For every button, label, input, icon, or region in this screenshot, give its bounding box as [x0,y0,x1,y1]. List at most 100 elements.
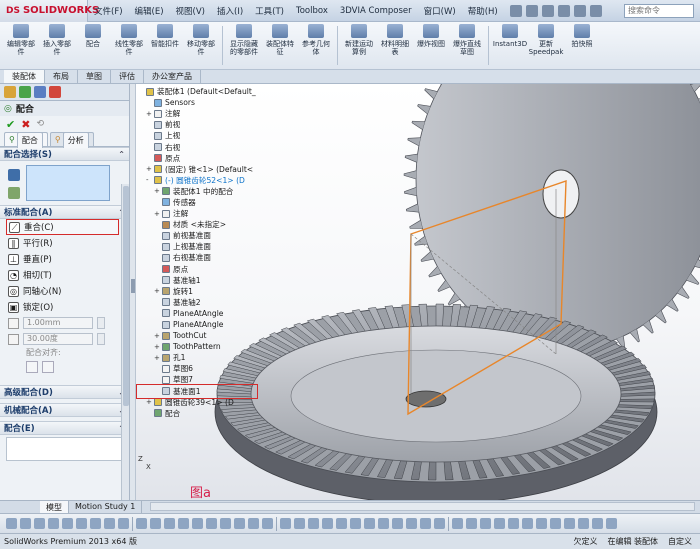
toolbar-tool-icon[interactable] [34,518,45,529]
tree-node[interactable]: 上视基准面 [138,241,268,252]
ribbon-button-6[interactable]: 显示隐藏的零部件 [227,24,261,68]
search-input[interactable]: 搜索命令 [624,3,694,18]
toolbar-tool-icon[interactable] [248,518,259,529]
toolbar-tool-icon[interactable] [90,518,101,529]
menu-insert[interactable]: 插入(I) [211,5,249,17]
horizontal-scrollbar[interactable] [150,502,695,511]
pin-icon[interactable]: ⟲ [36,119,44,129]
aligned-icon[interactable] [26,361,38,373]
ribbon-button-15[interactable]: 拍快照 [565,24,599,68]
concentric-mate-button[interactable]: ◎ 同轴心(N) [0,283,129,299]
tree-node[interactable]: 右视 [138,141,268,152]
menu-edit[interactable]: 编辑(E) [129,5,170,17]
angle-input[interactable]: 30.00度 [23,333,93,345]
appearance-tab-icon[interactable] [49,86,61,98]
tree-node[interactable]: + 旋转1 [138,286,268,297]
tree-node[interactable]: 原点 [138,153,268,164]
mates-group-header[interactable]: 配合(E) ⌃ [0,421,129,435]
tree-node[interactable]: PlaneAtAngle [138,319,268,330]
tree-node[interactable]: - (-) 圆锥齿轮52<1> (D [138,175,268,186]
tab-model[interactable]: 模型 [40,501,69,513]
toolbar-tool-icon[interactable] [62,518,73,529]
toolbar-tool-icon[interactable] [606,518,617,529]
tangent-mate-button[interactable]: ◔ 相切(T) [0,267,129,283]
tab-assembly[interactable]: 装配体 [4,70,45,83]
toolbar-tool-icon[interactable] [494,518,505,529]
tree-node[interactable]: 基准面1 [136,383,258,399]
toolbar-tool-icon[interactable] [564,518,575,529]
open-icon[interactable] [525,4,538,17]
toolbar-tool-icon[interactable] [466,518,477,529]
tab-motion-study[interactable]: Motion Study 1 [69,501,143,513]
menu-toolbox[interactable]: Toolbox [290,6,334,16]
ribbon-button-0[interactable]: 编辑零部件 [4,24,38,68]
tree-node[interactable]: 基准轴2 [138,297,268,308]
tree-node[interactable]: 前视基准面 [138,230,268,241]
tab-layout[interactable]: 布局 [45,70,78,83]
toolbar-tool-icon[interactable] [308,518,319,529]
tree-node[interactable]: PlaneAtAngle [138,308,268,319]
tree-node[interactable]: 原点 [138,264,268,275]
new-icon[interactable] [509,4,522,17]
toolbar-tool-icon[interactable] [118,518,129,529]
panel-scrollbar[interactable] [121,184,129,504]
tree-node[interactable]: 传感器 [138,197,268,208]
tab-analysis[interactable]: ⚲ 分析 [49,131,94,148]
toolbar-tool-icon[interactable] [406,518,417,529]
mate-selection-box[interactable] [26,165,110,201]
ribbon-button-11[interactable]: 爆炸视图 [414,24,448,68]
toolbar-tool-icon[interactable] [220,518,231,529]
toolbar-tool-icon[interactable] [578,518,589,529]
toolbar-tool-icon[interactable] [206,518,217,529]
tree-node[interactable]: 右视基准面 [138,252,268,263]
toolbar-tool-icon[interactable] [420,518,431,529]
ribbon-button-10[interactable]: 材料明细表 [378,24,412,68]
tree-node[interactable]: 上视 [138,130,268,141]
feature-tree-tab-icon[interactable] [4,86,16,98]
tree-node[interactable]: + 注解 [138,208,268,219]
tree-node[interactable]: 前视 [138,119,268,130]
toolbar-tool-icon[interactable] [322,518,333,529]
tree-node[interactable]: 草图6 [138,363,268,374]
toolbar-tool-icon[interactable] [234,518,245,529]
tab-sketch[interactable]: 草图 [78,70,111,83]
toolbar-tool-icon[interactable] [294,518,305,529]
ribbon-button-1[interactable]: 插入零部件 [40,24,74,68]
menu-view[interactable]: 视图(V) [170,5,211,17]
tree-node[interactable]: + ToothPattern [138,341,268,352]
save-icon[interactable] [541,4,554,17]
ok-icon[interactable]: ✔ [6,118,15,131]
toolbar-tool-icon[interactable] [104,518,115,529]
ribbon-button-7[interactable]: 装配体特征 [263,24,297,68]
tree-node[interactable]: + (固定) 锥<1> (Default< [138,164,268,175]
status-units[interactable]: 自定义 [668,536,692,547]
property-manager-tab-icon[interactable] [19,86,31,98]
mate-selections-header[interactable]: 配合选择(S) ⌃ [0,147,129,161]
tree-node[interactable]: 基准轴1 [138,275,268,286]
toolbar-tool-icon[interactable] [262,518,273,529]
ribbon-button-3[interactable]: 线性零部件 [112,24,146,68]
angle-spinner[interactable] [97,333,105,345]
ribbon-button-2[interactable]: 配合 [76,24,110,68]
toolbar-tool-icon[interactable] [192,518,203,529]
toolbar-tool-icon[interactable] [550,518,561,529]
ribbon-button-13[interactable]: Instant3D [493,24,527,68]
ribbon-button-5[interactable]: 移动零部件 [184,24,218,68]
toolbar-tool-icon[interactable] [164,518,175,529]
tree-node[interactable]: + 装配体1 中的配合 [138,186,268,197]
config-manager-tab-icon[interactable] [34,86,46,98]
toolbar-tool-icon[interactable] [150,518,161,529]
distance-spinner[interactable] [97,317,105,329]
mechanical-mates-header[interactable]: 机械配合(A) ⌄ [0,403,129,417]
menu-file[interactable]: 文件(F) [88,5,129,17]
tree-node[interactable]: Sensors [138,97,268,108]
tree-node[interactable]: + 注解 [138,108,268,119]
tree-node[interactable]: 材质 <未指定> [138,219,268,230]
lock-mate-button[interactable]: ▣ 锁定(O) [0,299,129,315]
toolbar-tool-icon[interactable] [508,518,519,529]
undo-icon[interactable] [573,4,586,17]
toolbar-tool-icon[interactable] [6,518,17,529]
print-icon[interactable] [557,4,570,17]
toolbar-tool-icon[interactable] [280,518,291,529]
ribbon-button-14[interactable]: 更新Speedpak [529,24,563,68]
